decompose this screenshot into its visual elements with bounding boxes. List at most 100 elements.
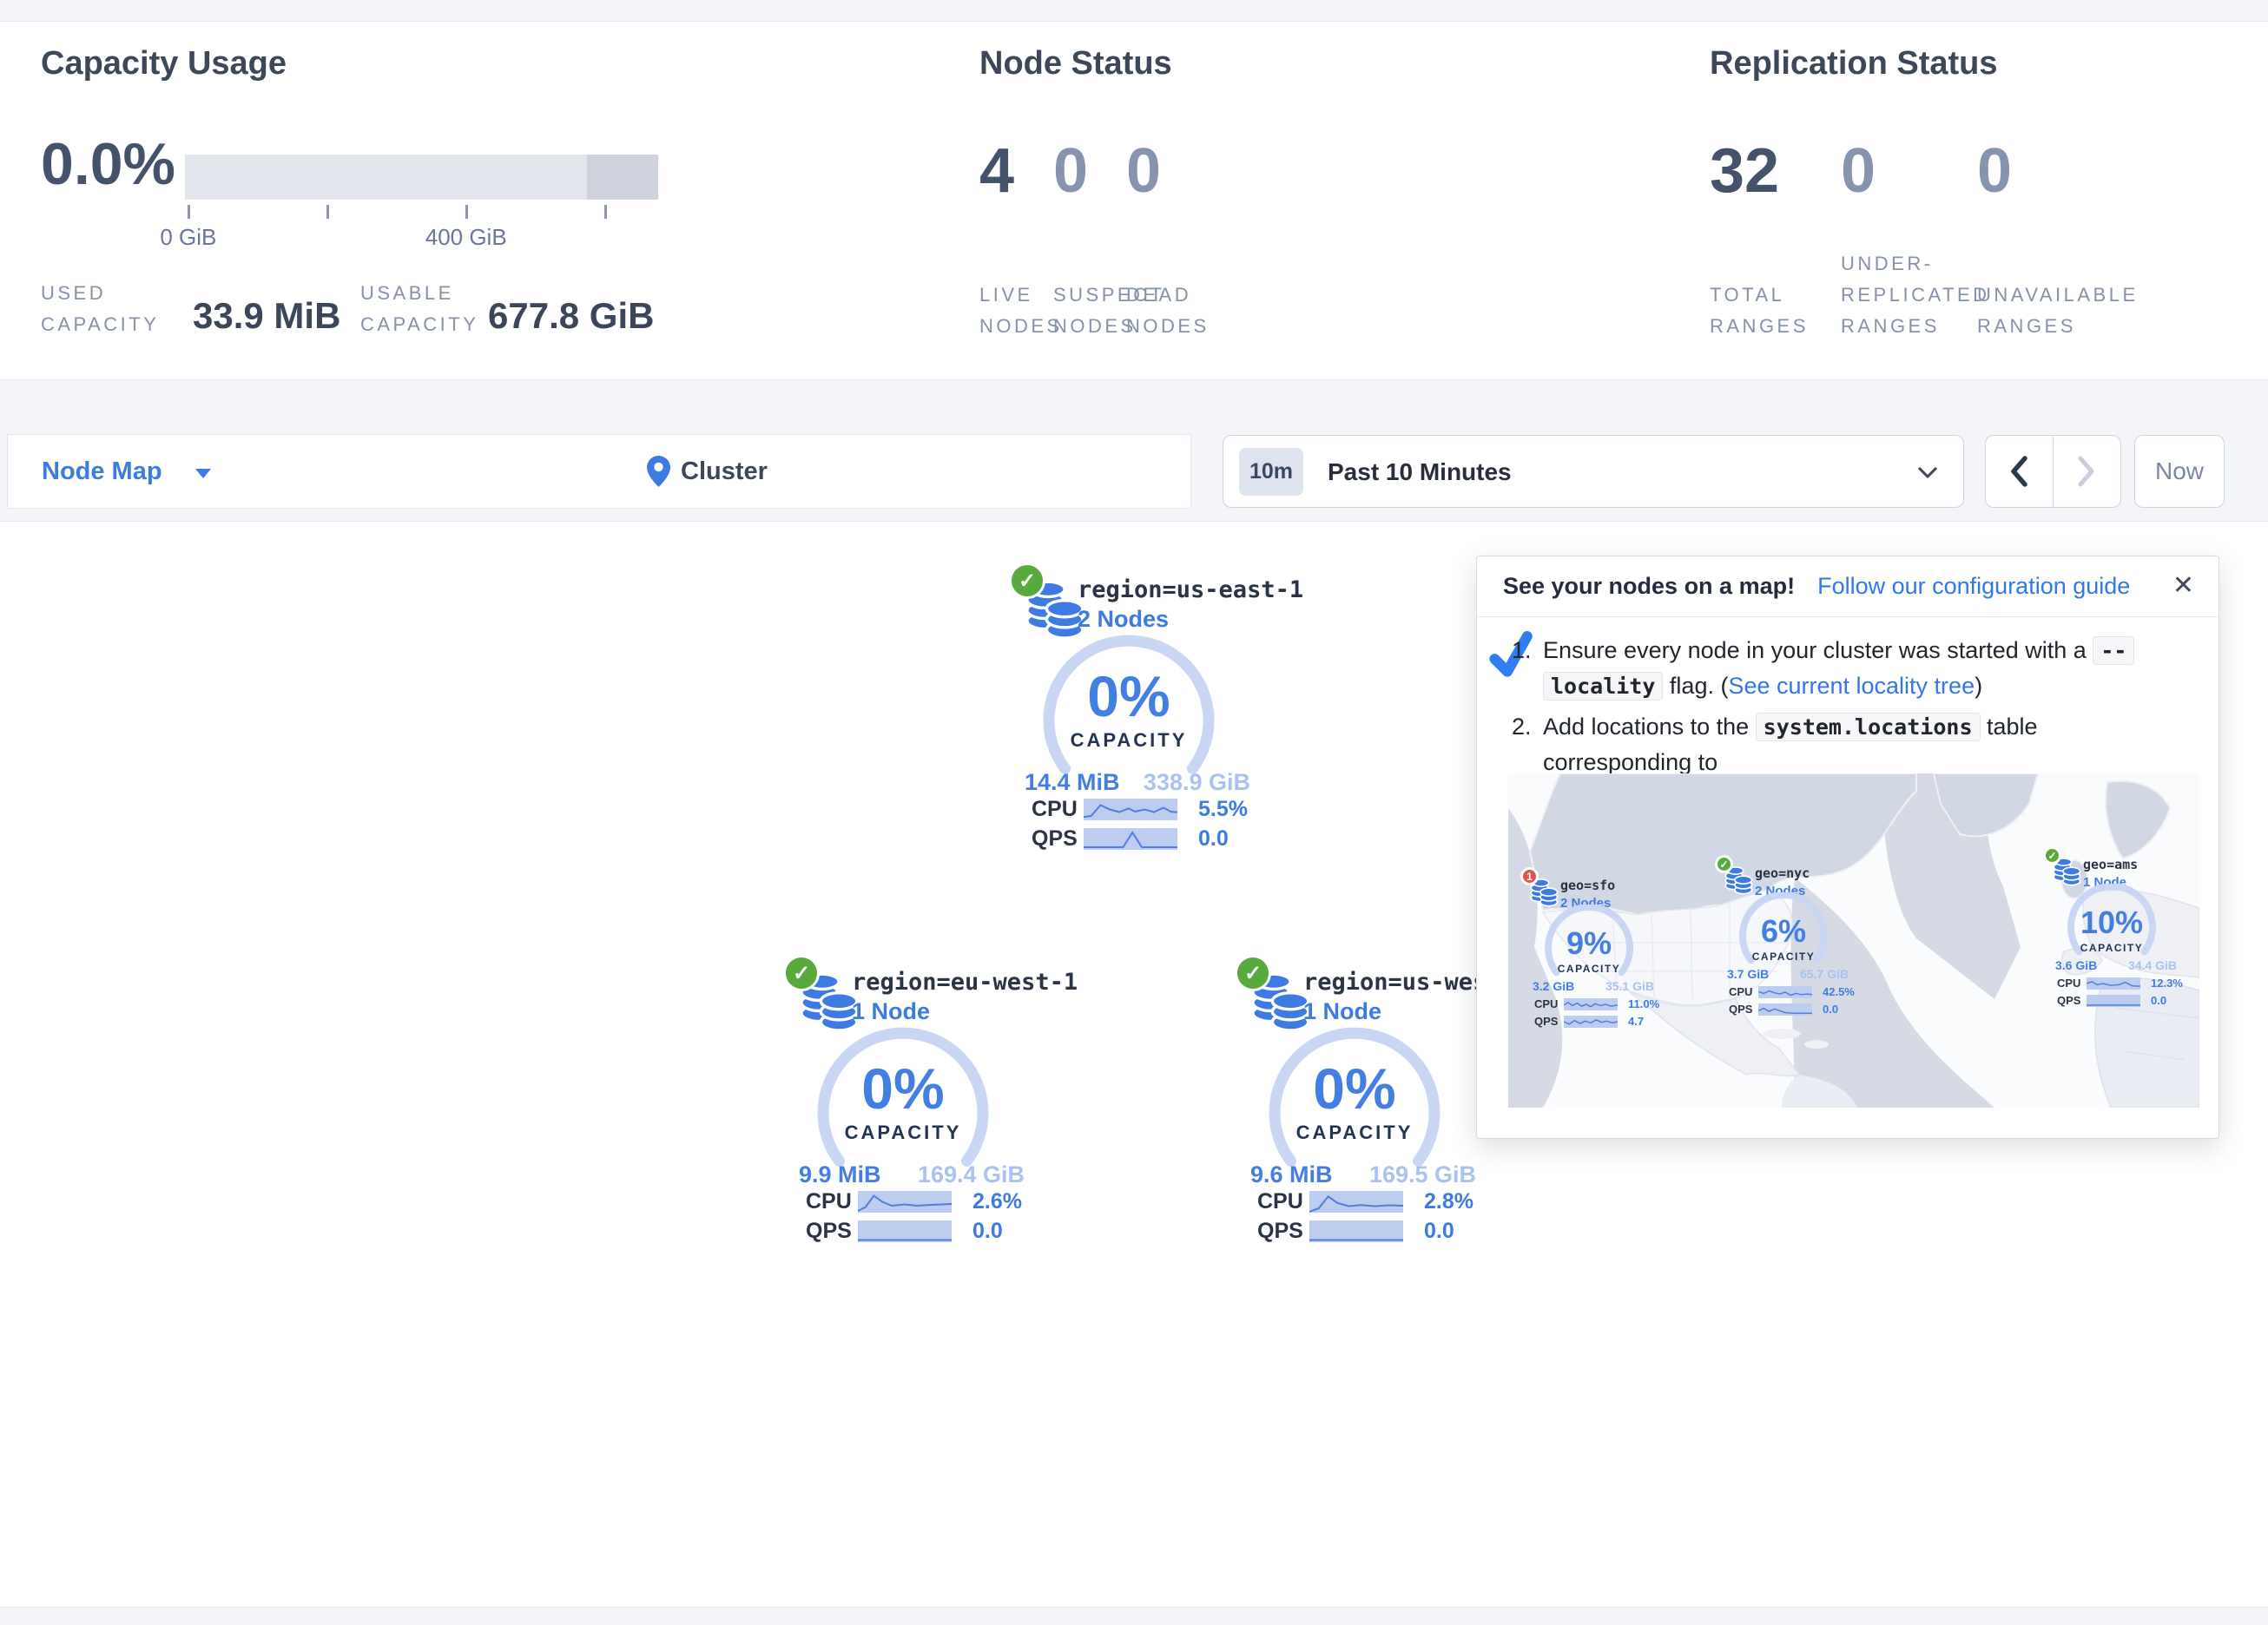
cpu-label: CPU (806, 1189, 858, 1214)
capacity-gauge-label: CAPACITY (808, 1122, 999, 1144)
sparkline-chart (2087, 995, 2140, 1007)
capacity-used-value: 14.4 MiB (1025, 769, 1120, 796)
capacity-values-row: 9.6 MiB 169.5 GiB (1250, 1161, 1476, 1188)
qps-value: 4.7 (1628, 1015, 1644, 1028)
capacity-gauge-label: CAPACITY (2051, 942, 2172, 954)
sparkline-chart (2087, 977, 2140, 990)
capacity-gauge-label: CAPACITY (1259, 1122, 1450, 1144)
health-ok-badge: ✓ (783, 955, 820, 991)
node-map-config-popup: See your nodes on a map! Follow our conf… (1476, 556, 2219, 1139)
capacity-values-row: 3.6 GiB 34.4 GiB (2055, 958, 2177, 972)
world-map-preview: 1 geo=sfo 2 Nodes 9% CAPACITY 3.2 GiB 35… (1508, 773, 2199, 1108)
qps-metric-row: QPS 0.0 (1257, 1219, 1454, 1244)
capacity-percent: 9% (1528, 925, 1650, 962)
sparkline-chart (1758, 1003, 1812, 1016)
region-locality-label: geo=nyc (1755, 865, 1810, 881)
step-text: ) (1975, 673, 1982, 699)
close-icon[interactable]: ✕ (2172, 570, 2194, 601)
qps-metric-row: QPS 0.0 (2057, 994, 2166, 1007)
step-text: Add locations to the (1543, 714, 1756, 740)
inline-code: -- (2093, 636, 2134, 665)
cpu-label: CPU (1257, 1189, 1309, 1214)
locality-tree-link[interactable]: See current locality tree (1728, 673, 1975, 699)
region-locality-label: region=us-east-1 (1078, 576, 1303, 603)
cpu-value: 12.3% (2151, 977, 2183, 990)
cpu-metric-row: CPU 2.8% (1257, 1189, 1474, 1214)
qps-metric-row: QPS 4.7 (1534, 1015, 1644, 1028)
capacity-used-value: 3.7 GiB (1727, 967, 1769, 981)
capacity-values-row: 14.4 MiB 338.9 GiB (1025, 769, 1250, 796)
node-region-region=eu-west-1[interactable]: ✓ region=eu-west-1 1 Node 0% CAPACITY 9.… (781, 955, 1077, 1250)
health-ok-badge: ✓ (1715, 855, 1733, 873)
qps-label: QPS (1032, 826, 1084, 852)
cpu-label: CPU (1729, 985, 1758, 998)
popup-step-line: Add locations to the system.locations ta… (1543, 709, 2189, 780)
qps-value: 0.0 (1424, 1219, 1454, 1244)
qps-metric-row: QPS 0.0 (806, 1219, 1003, 1244)
sparkline-chart (1084, 828, 1177, 850)
region-locality-label: region=eu-west-1 (852, 969, 1078, 996)
inline-code: locality (1543, 672, 1663, 701)
mini-node-region-geo=ams[interactable]: ✓ geo=ams 1 Node 10% CAPACITY 3.6 GiB 34… (2040, 846, 2192, 1011)
cpu-label: CPU (2057, 977, 2087, 990)
health-ok-badge: ✓ (1009, 562, 1045, 599)
step-text: Ensure every node in your cluster was st… (1543, 637, 2093, 663)
step-number: 2. (1512, 709, 1532, 744)
popup-step: 1.Ensure every node in your cluster was … (1512, 633, 2189, 704)
qps-value: 0.0 (972, 1219, 1003, 1244)
capacity-total-value: 169.5 GiB (1369, 1161, 1476, 1188)
qps-label: QPS (1534, 1015, 1564, 1028)
popup-step-line: Ensure every node in your cluster was st… (1543, 633, 2189, 668)
qps-value: 0.0 (1198, 826, 1229, 852)
cpu-label: CPU (1534, 997, 1564, 1010)
region-locality-label: geo=ams (2083, 857, 2138, 872)
qps-label: QPS (2057, 994, 2087, 1007)
qps-value: 0.0 (1823, 1003, 1838, 1016)
cpu-value: 42.5% (1823, 985, 1855, 998)
capacity-percent: 0% (808, 1056, 999, 1122)
capacity-used-value: 3.6 GiB (2055, 958, 2097, 972)
node-region-region=us-east-1[interactable]: ✓ region=us-east-1 2 Nodes 0% CAPACITY 1… (1007, 562, 1302, 858)
sparkline-chart (1758, 986, 1812, 998)
capacity-values-row: 3.7 GiB 65.7 GiB (1727, 967, 1849, 981)
capacity-values-row: 9.9 MiB 169.4 GiB (799, 1161, 1025, 1188)
capacity-values-row: 3.2 GiB 35.1 GiB (1533, 979, 1654, 993)
step-text: flag. ( (1663, 673, 1728, 699)
cpu-value: 5.5% (1198, 797, 1248, 822)
capacity-gauge-label: CAPACITY (1033, 729, 1224, 752)
cpu-metric-row: CPU 5.5% (1032, 797, 1248, 822)
capacity-percent: 10% (2051, 905, 2172, 941)
qps-label: QPS (1257, 1219, 1309, 1244)
qps-metric-row: QPS 0.0 (1729, 1003, 1838, 1016)
configuration-guide-link[interactable]: Follow our configuration guide (1817, 573, 2130, 600)
cpu-value: 2.6% (972, 1189, 1022, 1214)
capacity-percent: 0% (1033, 663, 1224, 729)
sparkline-chart (1564, 1016, 1618, 1028)
cpu-metric-row: CPU 12.3% (2057, 977, 2183, 990)
capacity-used-value: 3.2 GiB (1533, 979, 1574, 993)
sparkline-chart (1309, 1220, 1403, 1242)
popup-step-line: locality flag. (See current locality tre… (1543, 668, 2189, 704)
health-ok-badge: ✓ (1235, 955, 1271, 991)
health-ok-badge: ✓ (2043, 846, 2061, 865)
cpu-metric-row: CPU 2.6% (806, 1189, 1022, 1214)
sparkline-chart (1084, 799, 1177, 820)
sparkline-chart (858, 1191, 952, 1213)
cpu-metric-row: CPU 11.0% (1534, 997, 1659, 1010)
cpu-metric-row: CPU 42.5% (1729, 985, 1855, 998)
qps-metric-row: QPS 0.0 (1032, 826, 1229, 852)
capacity-used-value: 9.6 MiB (1250, 1161, 1333, 1188)
region-locality-label: geo=sfo (1560, 878, 1615, 893)
qps-label: QPS (1729, 1003, 1758, 1016)
popup-title: See your nodes on a map! (1503, 573, 1795, 600)
capacity-percent: 6% (1723, 913, 1844, 950)
mini-node-region-geo=sfo[interactable]: 1 geo=sfo 2 Nodes 9% CAPACITY 3.2 GiB 35… (1517, 867, 1669, 1032)
health-alert-badge: 1 (1520, 867, 1539, 885)
mini-node-region-geo=nyc[interactable]: ✓ geo=nyc 2 Nodes 6% CAPACITY 3.7 GiB 65… (1711, 855, 1863, 1020)
capacity-total-value: 65.7 GiB (1800, 967, 1849, 981)
cpu-value: 11.0% (1628, 997, 1659, 1010)
sparkline-chart (858, 1220, 952, 1242)
qps-value: 0.0 (2151, 994, 2166, 1007)
inline-code: system.locations (1756, 713, 1981, 741)
qps-label: QPS (806, 1219, 858, 1244)
